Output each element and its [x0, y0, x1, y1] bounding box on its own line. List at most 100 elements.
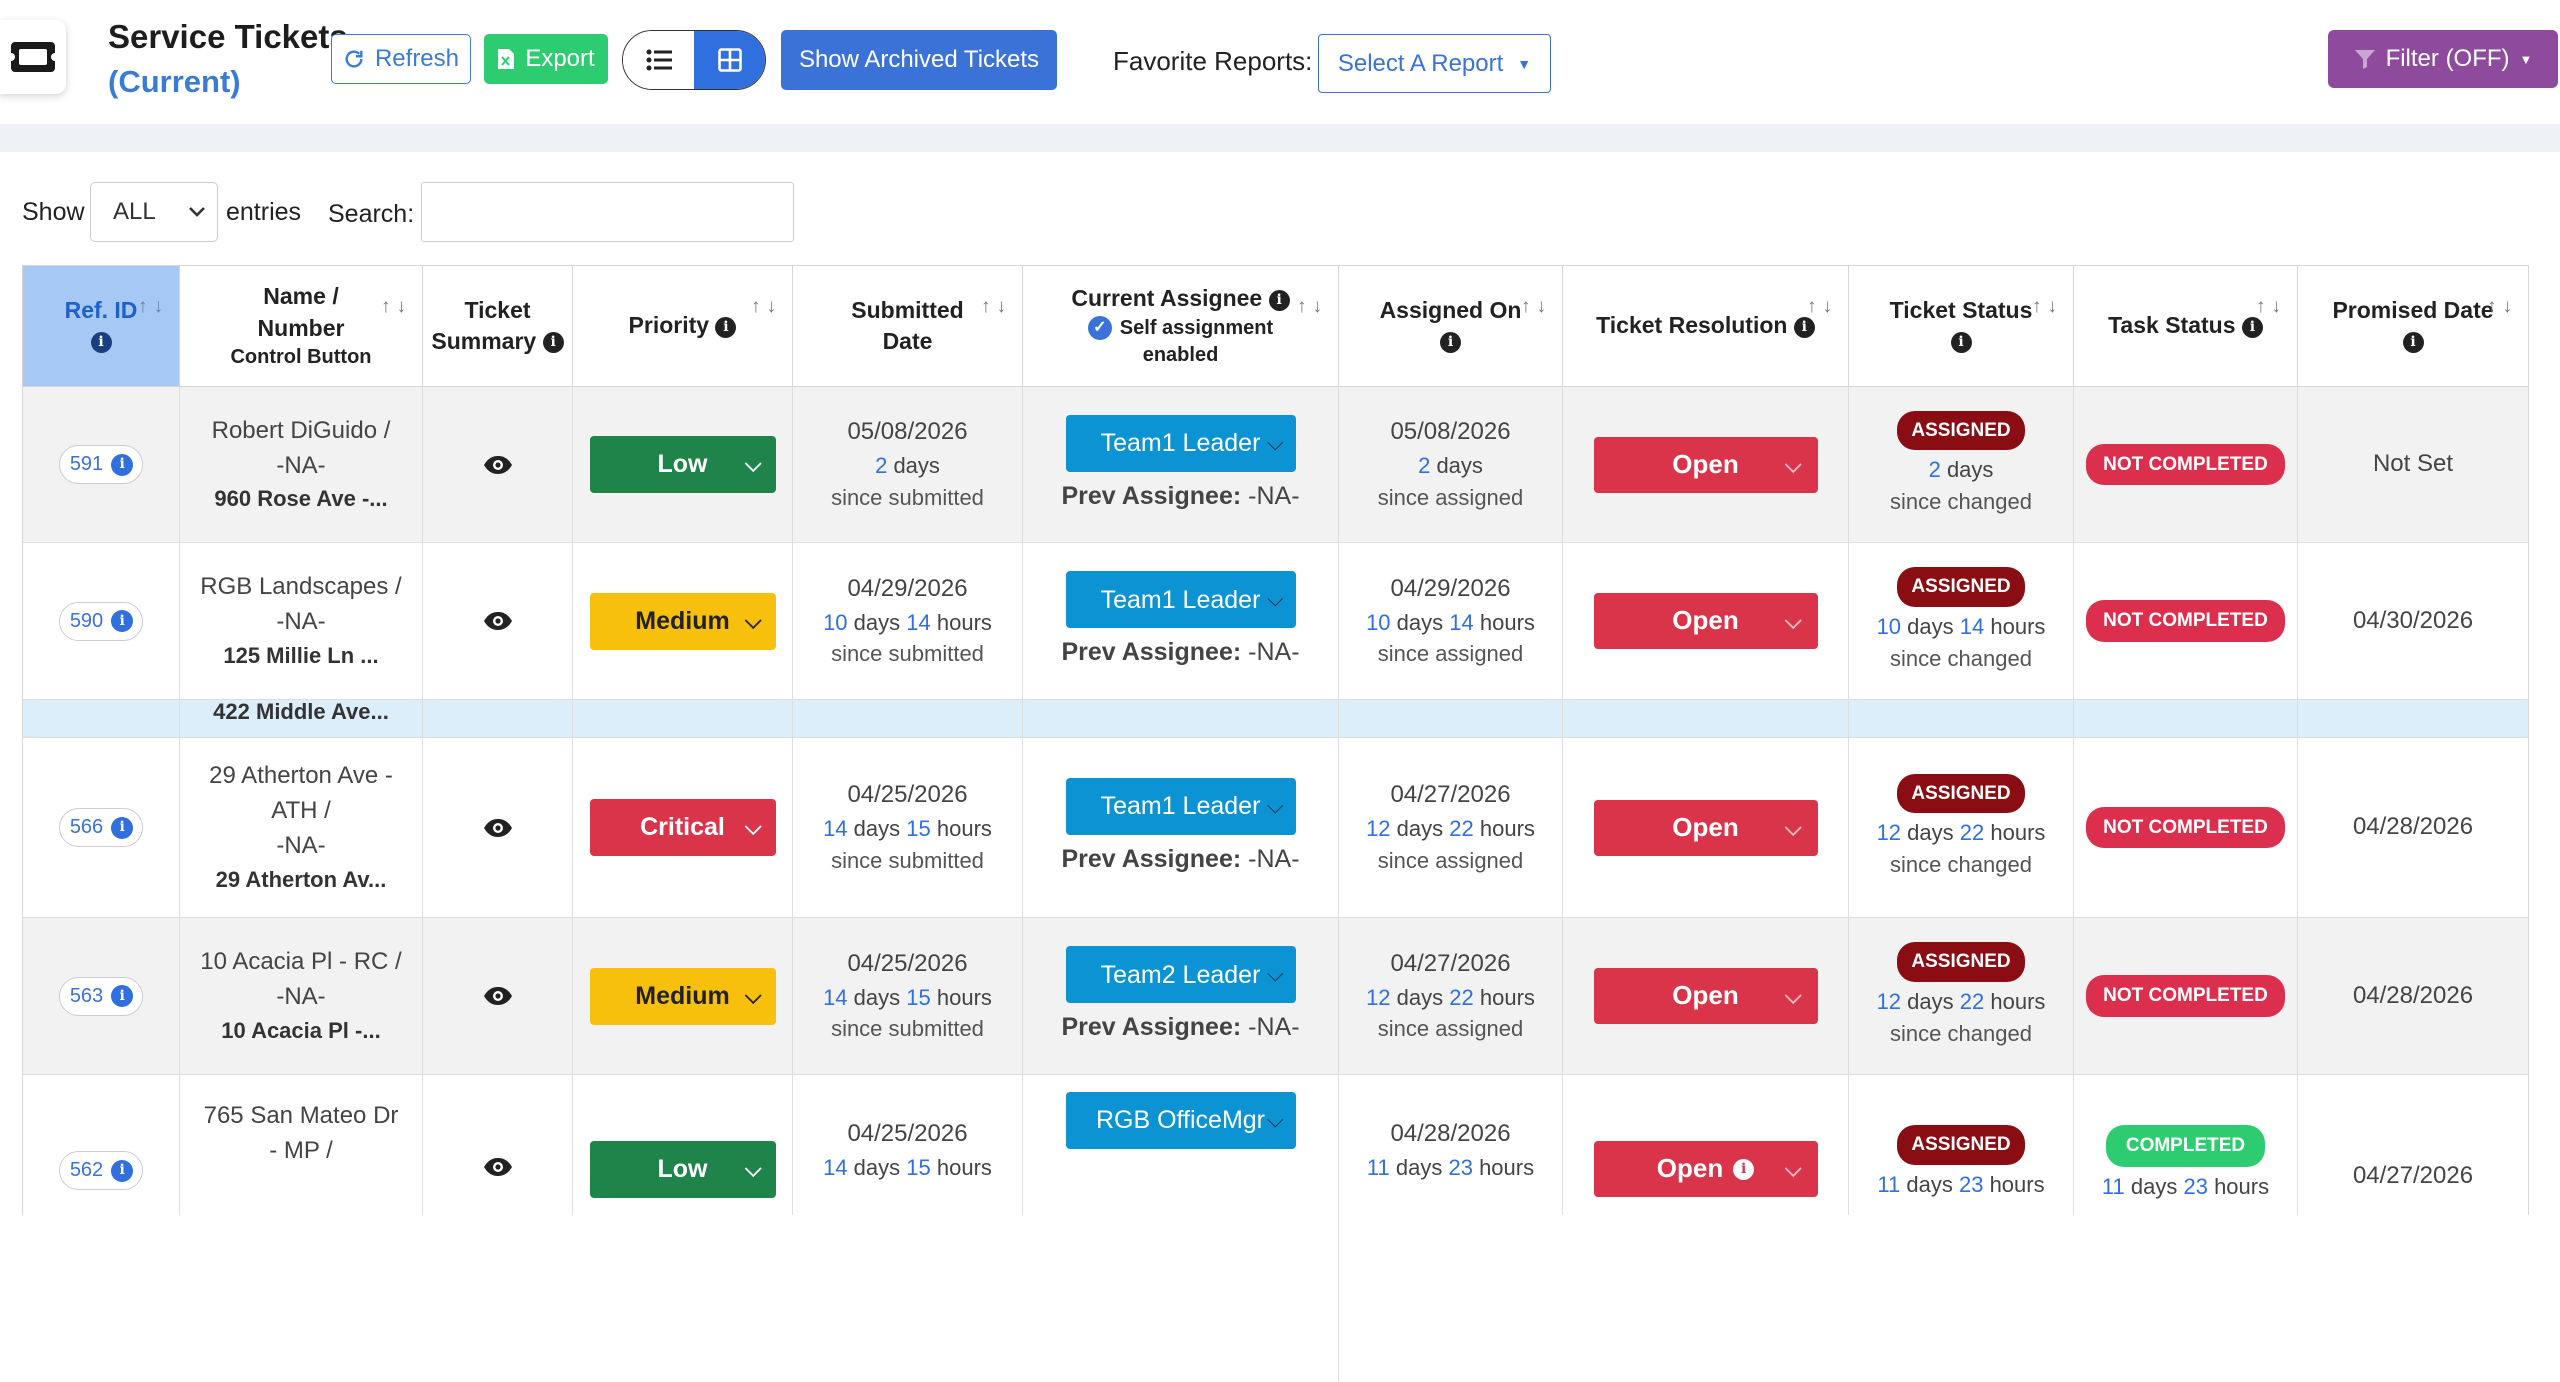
address[interactable]: 29 Atherton Av...: [216, 864, 387, 896]
priority-select[interactable]: Medium ⌵: [589, 592, 776, 650]
col-name-l3: Control Button: [230, 345, 372, 368]
col-name[interactable]: Name / Number Control Button ↑↓: [180, 266, 423, 386]
col-assignee[interactable]: Current Assignee i ✓ Self assignment enab…: [1023, 266, 1339, 386]
assignee-select[interactable]: Team2 Leader ⌵: [1065, 946, 1296, 1004]
col-priority[interactable]: Priority i ↑↓: [573, 266, 793, 386]
info-icon: i: [715, 316, 737, 338]
entries-select[interactable]: ALL: [90, 182, 218, 242]
eye-icon[interactable]: [483, 818, 513, 838]
task-status-badge: NOT COMPLETED: [2086, 975, 2285, 1017]
address[interactable]: 125 Millie Ln ...: [223, 640, 378, 672]
status-badge: ASSIGNED: [1897, 1125, 2025, 1165]
filter-button[interactable]: Filter (OFF) ▼: [2328, 30, 2558, 88]
priority-select[interactable]: Critical ⌵: [589, 799, 776, 856]
prev-assignee-value: -NA-: [1248, 844, 1300, 873]
assignee-select[interactable]: Team1 Leader ⌵: [1065, 571, 1296, 629]
sort-arrows-icon: ↑↓: [381, 296, 412, 317]
priority-select[interactable]: Low ⌵: [589, 436, 776, 493]
submitted-date: 04/29/2026: [847, 574, 968, 602]
col-priority-label: Priority: [628, 312, 710, 339]
sort-arrows-icon: ↑↓: [1521, 296, 1552, 317]
chevron-down-icon: ⌵: [744, 814, 762, 839]
assignee-select[interactable]: Team1 Leader ⌵: [1065, 777, 1296, 835]
days-label: days: [853, 1154, 901, 1180]
sort-arrows-icon: ↑↓: [981, 296, 1012, 317]
days-label: days: [1436, 453, 1483, 478]
chevron-down-icon: ⌵: [744, 451, 762, 476]
ref-id-pill[interactable]: 591 i: [58, 445, 144, 484]
address[interactable]: 422 Middle Ave...: [213, 700, 389, 728]
resolution-select[interactable]: Open ⌵: [1593, 436, 1818, 493]
customer-name: 29 Atherton Ave -: [209, 762, 393, 790]
task-status-badge: NOT COMPLETED: [2086, 600, 2285, 642]
chevron-down-icon: ⌵: [744, 982, 762, 1008]
days-count: 10: [823, 609, 848, 635]
grid-view-button[interactable]: [694, 31, 765, 89]
hours-count: 23: [2183, 1173, 2208, 1199]
col-promised[interactable]: Promised Date i ↑↓: [2298, 266, 2528, 386]
list-view-button[interactable]: [623, 31, 694, 89]
customer-name: 10 Acacia Pl - RC /: [200, 948, 402, 976]
resolution-select[interactable]: Open ⌵: [1593, 968, 1818, 1024]
caret-down-icon: ▼: [2519, 51, 2533, 67]
customer-number: -NA-: [276, 608, 326, 636]
prev-assignee-label: Prev Assignee:: [1061, 638, 1242, 667]
ref-id-pill[interactable]: 590 i: [58, 601, 144, 641]
col-ref-id[interactable]: Ref. ID i ↑↓: [23, 266, 180, 386]
customer-name-2: ATH /: [271, 797, 331, 825]
sort-arrows-icon: ↑↓: [751, 296, 782, 317]
hours-label: hours: [936, 816, 992, 841]
ref-id-pill[interactable]: 562 i: [58, 1151, 144, 1190]
days-label: days: [1396, 984, 1444, 1010]
days-count: 11: [2101, 1173, 2125, 1199]
hours-label: hours: [1479, 1154, 1535, 1180]
check-circle-icon[interactable]: ✓: [1087, 316, 1112, 341]
resolution-select[interactable]: Open ⌵: [1593, 593, 1818, 649]
assignee-select[interactable]: Team1 Leader ⌵: [1065, 414, 1296, 472]
resolution-select[interactable]: Open ⌵: [1593, 799, 1818, 856]
export-button[interactable]: Export: [484, 34, 608, 84]
eye-icon[interactable]: [483, 611, 513, 631]
col-assigned-on[interactable]: Assigned On i ↑↓: [1339, 266, 1563, 386]
priority-select[interactable]: Low ⌵: [589, 1141, 776, 1198]
table-row: 566 i 29 Atherton Ave - ATH / -NA- 29 Ath…: [22, 738, 2529, 918]
address[interactable]: 10 Acacia Pl -...: [221, 1015, 380, 1047]
list-icon: [646, 49, 672, 71]
task-status-badge: COMPLETED: [2105, 1125, 2266, 1167]
resolution-select[interactable]: Open i ⌵: [1593, 1141, 1818, 1197]
col-submitted[interactable]: Submitted Date ↑↓: [793, 266, 1023, 386]
eye-icon[interactable]: [483, 455, 513, 475]
report-select[interactable]: Select A Report ▼: [1318, 34, 1551, 93]
since-label: since assigned: [1377, 641, 1524, 667]
days-label: days: [1396, 609, 1444, 635]
eye-icon[interactable]: [483, 1157, 513, 1177]
hours-count: 15: [906, 984, 931, 1010]
ref-id-pill[interactable]: 566 i: [58, 808, 144, 847]
chevron-down-icon: ⌵: [1784, 814, 1802, 840]
hours-count: 15: [906, 816, 931, 841]
show-archived-button[interactable]: Show Archived Tickets: [781, 30, 1057, 90]
search-input[interactable]: [421, 182, 794, 242]
chevron-down-icon: ⌵: [1266, 586, 1284, 612]
grid-icon: [717, 48, 742, 72]
priority-value: Low: [657, 450, 708, 479]
days-count: 12: [1876, 820, 1902, 846]
priority-select[interactable]: Medium ⌵: [589, 967, 776, 1025]
col-resolution[interactable]: Ticket Resolution i ↑↓: [1563, 266, 1849, 386]
hours-count: 22: [1959, 820, 1985, 846]
caret-down-icon: ▼: [1517, 55, 1532, 72]
resolution-value: Open: [1672, 980, 1739, 1011]
days-label: days: [1907, 613, 1954, 639]
days-label: days: [853, 609, 901, 635]
refresh-button[interactable]: Refresh: [331, 34, 471, 84]
col-ticket-status[interactable]: Ticket Status i ↑↓: [1849, 266, 2074, 386]
assignee-select[interactable]: RGB OfficeMgr ⌵: [1065, 1092, 1296, 1149]
eye-icon[interactable]: [483, 986, 513, 1006]
col-task-status[interactable]: Task Status i ↑↓: [2074, 266, 2298, 386]
assigned-date: 05/08/2026: [1390, 418, 1511, 446]
address[interactable]: 960 Rose Ave -...: [214, 483, 387, 515]
days-label: days: [1907, 820, 1954, 846]
info-icon[interactable]: i: [1733, 1158, 1755, 1180]
resolution-value: Open: [1656, 1153, 1724, 1184]
ref-id-pill[interactable]: 563 i: [58, 976, 144, 1016]
